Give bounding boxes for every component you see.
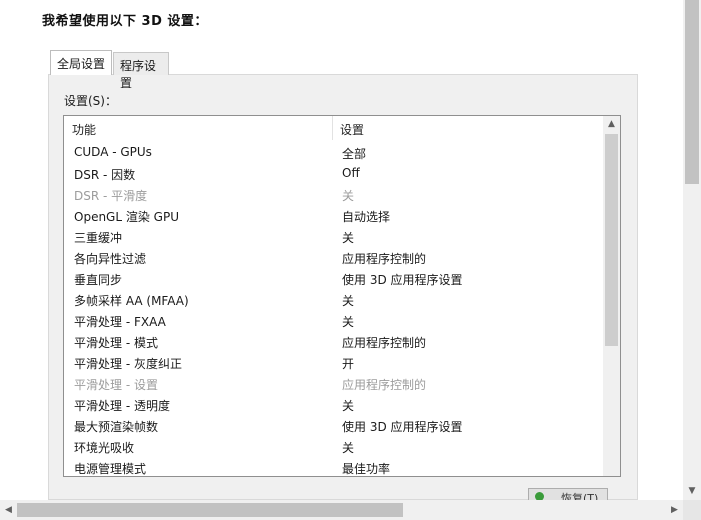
scroll-down-arrow-icon[interactable]: ▼ bbox=[683, 483, 701, 500]
settings-rows: CUDA - GPUs 全部 DSR - 因数 Off DSR - 平滑度 关 … bbox=[64, 142, 604, 476]
table-row-disabled: DSR - 平滑度 关 bbox=[64, 184, 604, 205]
feature-cell: 电源管理模式 bbox=[74, 462, 147, 476]
feature-cell: CUDA - GPUs bbox=[74, 145, 152, 159]
settings-label: 设置(S)： bbox=[64, 94, 117, 108]
nvidia-3d-settings-window: 我希望使用以下 3D 设置： 全局设置 程序设置 设置(S)： 功能 设置 CU… bbox=[0, 0, 701, 520]
setting-cell[interactable]: 关 bbox=[342, 292, 354, 309]
table-row[interactable]: DSR - 因数 Off bbox=[64, 163, 604, 184]
feature-cell: 多帧采样 AA (MFAA) bbox=[74, 294, 189, 308]
setting-cell: 关 bbox=[342, 189, 355, 203]
scroll-up-arrow-icon[interactable]: ▲ bbox=[603, 116, 620, 133]
table-row-disabled: 平滑处理 - 设置 应用程序控制的 bbox=[64, 373, 604, 394]
table-row[interactable]: 三重缓冲 关 bbox=[64, 226, 604, 247]
table-row[interactable]: 垂直同步 使用 3D 应用程序设置 bbox=[64, 268, 604, 289]
column-divider[interactable] bbox=[332, 116, 333, 140]
table-row[interactable]: 环境光吸收 关 bbox=[64, 436, 604, 457]
listbox-vertical-scrollbar[interactable]: ▲ bbox=[603, 116, 620, 476]
scrollbar-corner bbox=[683, 500, 701, 520]
column-header-setting[interactable]: 设置 bbox=[340, 121, 364, 138]
setting-cell[interactable]: 应用程序控制的 bbox=[342, 334, 426, 351]
table-row[interactable]: 最大预渲染帧数 使用 3D 应用程序设置 bbox=[64, 415, 604, 436]
feature-cell: 环境光吸收 bbox=[74, 441, 135, 455]
table-row[interactable]: 平滑处理 - 灰度纠正 开 bbox=[64, 352, 604, 373]
tab-program-settings[interactable]: 程序设置 bbox=[113, 52, 169, 90]
table-row[interactable]: OpenGL 渲染 GPU 自动选择 bbox=[64, 205, 604, 226]
table-row[interactable]: 多帧采样 AA (MFAA) 关 bbox=[64, 289, 604, 310]
table-row[interactable]: 平滑处理 - 模式 应用程序控制的 bbox=[64, 331, 604, 352]
setting-cell[interactable]: 全部 bbox=[342, 145, 366, 162]
feature-cell: DSR - 平滑度 bbox=[74, 189, 148, 203]
feature-cell: 各向异性过滤 bbox=[74, 252, 147, 266]
feature-cell: 三重缓冲 bbox=[74, 231, 123, 245]
setting-cell[interactable]: 最佳功率 bbox=[342, 460, 390, 476]
tab-global-settings[interactable]: 全局设置 bbox=[50, 50, 112, 75]
table-row[interactable]: 各向异性过滤 应用程序控制的 bbox=[64, 247, 604, 268]
scroll-right-arrow-icon[interactable]: ▶ bbox=[666, 500, 683, 520]
page-heading: 我希望使用以下 3D 设置： bbox=[42, 14, 208, 29]
table-row[interactable]: 电源管理模式 最佳功率 bbox=[64, 457, 604, 476]
setting-cell[interactable]: 关 bbox=[342, 313, 354, 330]
setting-cell[interactable]: 自动选择 bbox=[342, 208, 390, 225]
column-header-feature[interactable]: 功能 bbox=[72, 121, 96, 138]
feature-cell: DSR - 因数 bbox=[74, 168, 136, 182]
feature-cell: 垂直同步 bbox=[74, 273, 123, 287]
window-horizontal-scrollbar[interactable]: ◀ ▶ bbox=[0, 500, 683, 520]
setting-cell[interactable]: 关 bbox=[342, 229, 354, 246]
window-vertical-scrollbar[interactable]: ▼ bbox=[683, 0, 701, 500]
setting-cell[interactable]: Off bbox=[342, 166, 360, 180]
table-row[interactable]: 平滑处理 - 透明度 关 bbox=[64, 394, 604, 415]
setting-cell[interactable]: 关 bbox=[342, 439, 354, 456]
window-scroll-thumb[interactable] bbox=[685, 0, 699, 184]
setting-cell[interactable]: 使用 3D 应用程序设置 bbox=[342, 418, 463, 435]
feature-cell: 平滑处理 - 透明度 bbox=[74, 399, 170, 413]
list-header: 功能 设置 bbox=[64, 116, 604, 140]
feature-cell: OpenGL 渲染 GPU bbox=[74, 210, 179, 224]
setting-cell[interactable]: 开 bbox=[342, 355, 354, 372]
setting-cell[interactable]: 使用 3D 应用程序设置 bbox=[342, 271, 463, 288]
scroll-left-arrow-icon[interactable]: ◀ bbox=[0, 500, 17, 520]
setting-cell[interactable]: 关 bbox=[342, 397, 354, 414]
settings-listbox[interactable]: 功能 设置 CUDA - GPUs 全部 DSR - 因数 Off DSR - … bbox=[63, 115, 621, 477]
feature-cell: 平滑处理 - 灰度纠正 bbox=[74, 357, 182, 371]
setting-cell[interactable]: 应用程序控制的 bbox=[342, 250, 426, 267]
setting-cell: 应用程序控制的 bbox=[342, 378, 427, 392]
listbox-scroll-thumb[interactable] bbox=[605, 134, 618, 346]
feature-cell: 平滑处理 - 设置 bbox=[74, 378, 158, 392]
table-row[interactable]: CUDA - GPUs 全部 bbox=[64, 142, 604, 163]
left-margin bbox=[0, 0, 20, 500]
feature-cell: 平滑处理 - 模式 bbox=[74, 336, 158, 350]
feature-cell: 平滑处理 - FXAA bbox=[74, 315, 166, 329]
horizontal-scroll-thumb[interactable] bbox=[17, 503, 403, 517]
feature-cell: 最大预渲染帧数 bbox=[74, 420, 159, 434]
table-row[interactable]: 平滑处理 - FXAA 关 bbox=[64, 310, 604, 331]
